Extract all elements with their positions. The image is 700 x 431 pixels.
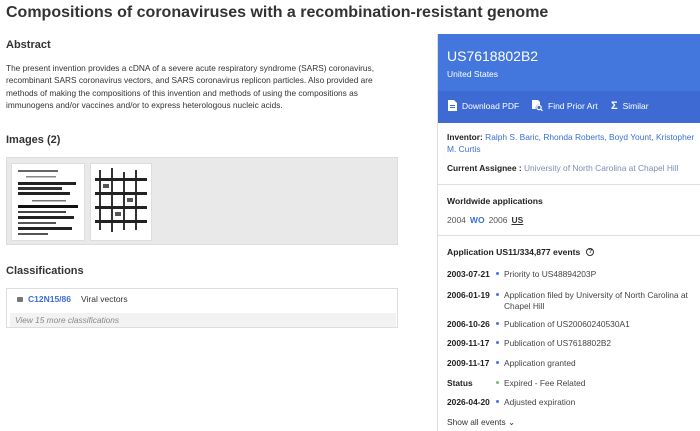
event-dot-icon: [496, 361, 499, 364]
patent-header: US7618802B2 United States: [438, 34, 700, 91]
page-title: Compositions of coronaviruses with a rec…: [6, 4, 549, 21]
patent-number: US7618802B2: [447, 48, 539, 64]
abstract-text: The present invention provides a cDNA of…: [6, 63, 374, 111]
event-text: Publication of US7618802B2: [504, 338, 612, 348]
event-text: Adjusted expiration: [504, 397, 576, 407]
divider: [438, 184, 700, 185]
classifications-box: C12N15/86 Viral vectors View 15 more cla…: [6, 288, 398, 328]
document-search-icon: [532, 100, 543, 111]
status-text: Expired - Fee Related: [504, 378, 586, 388]
event-date: 2006-01-19: [447, 290, 490, 300]
event-text: Priority to US48894203P: [504, 269, 597, 279]
drawing-figure-1: [18, 170, 78, 235]
inventor-links[interactable]: Ralph S. Baric, Rhonda Roberts, Boyd You…: [447, 132, 694, 154]
find-prior-art-button[interactable]: Find Prior Art: [532, 100, 598, 111]
events-heading-text: Application US11/334,877 events: [447, 247, 581, 257]
worldwide-applications: 2004 WO 2006 US: [447, 215, 523, 225]
worldwide-heading: Worldwide applications: [447, 196, 543, 206]
worldwide-us-link[interactable]: US: [511, 215, 523, 225]
classifications-heading: Classifications: [6, 265, 84, 277]
image-thumbnail-2[interactable]: [90, 163, 152, 241]
assignee-link[interactable]: University of North Carolina at Chapel H…: [524, 163, 679, 173]
assignee-label: Current Assignee :: [447, 163, 522, 173]
tag-icon: [17, 296, 23, 302]
event-date: 2003-07-21: [447, 269, 490, 279]
abstract-heading: Abstract: [6, 39, 51, 51]
assignee-line: Current Assignee : University of North C…: [447, 162, 697, 174]
help-icon[interactable]: ?: [586, 248, 595, 256]
pdf-icon: [448, 100, 457, 111]
status-dot-icon: [496, 381, 499, 384]
divider: [438, 235, 700, 236]
classification-code-link[interactable]: C12N15/86: [28, 294, 71, 304]
event-dot-icon: [496, 322, 499, 325]
event-date: 2009-11-17: [447, 358, 490, 368]
event-dot-icon: [496, 400, 499, 403]
event-text: Publication of US20060240530A1: [504, 319, 630, 329]
view-more-classifications[interactable]: View 15 more classifications: [10, 313, 396, 327]
worldwide-wo-link[interactable]: WO: [470, 215, 485, 225]
find-prior-art-label: Find Prior Art: [548, 100, 598, 111]
worldwide-year-1: 2004: [447, 215, 466, 225]
action-bar: Download PDF Find Prior Art Σ Similar: [438, 91, 700, 123]
classification-row: C12N15/86 Viral vectors: [17, 294, 128, 304]
image-thumbnail-1[interactable]: [11, 163, 85, 241]
events-heading: Application US11/334,877 events ?: [447, 247, 595, 257]
download-pdf-button[interactable]: Download PDF: [448, 100, 519, 111]
similar-button[interactable]: Σ Similar: [611, 100, 649, 112]
download-pdf-label: Download PDF: [462, 100, 520, 111]
event-dot-icon: [496, 272, 499, 275]
inventor-line: Inventor: Ralph S. Baric, Rhonda Roberts…: [447, 131, 697, 155]
classification-description: Viral vectors: [81, 294, 128, 304]
status-label: Status: [447, 378, 473, 388]
patent-country: United States: [447, 69, 499, 79]
event-dot-icon: [496, 341, 499, 344]
event-date: 2006-10-26: [447, 319, 490, 329]
drawing-figure-2: [95, 168, 147, 232]
images-heading: Images (2): [6, 134, 61, 146]
inventor-label: Inventor:: [447, 132, 483, 142]
event-date: 2026-04-20: [447, 397, 490, 407]
worldwide-year-2: 2006: [488, 215, 508, 225]
event-dot-icon: [496, 293, 499, 296]
event-date: 2009-11-17: [447, 338, 490, 348]
show-all-events-link[interactable]: Show all events ⌄: [447, 417, 515, 427]
event-text: Application granted: [504, 358, 576, 368]
patent-side-panel: US7618802B2 United States Download PDF F…: [437, 34, 700, 431]
sigma-icon: Σ: [611, 100, 618, 112]
images-strip: [6, 157, 398, 245]
similar-label: Similar: [622, 101, 649, 111]
event-text: Application filed by University of North…: [504, 290, 688, 311]
